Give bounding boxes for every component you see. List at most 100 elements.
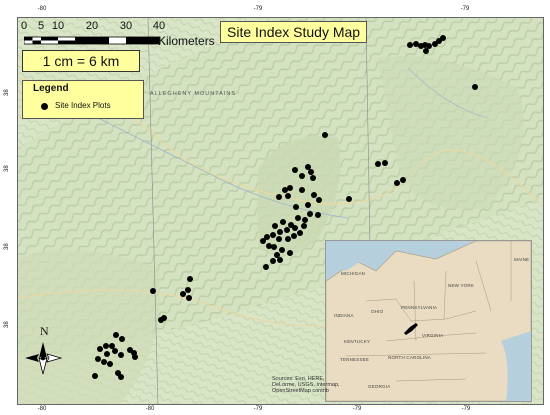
site-index-plot-marker[interactable] [472, 84, 478, 90]
site-index-plot-marker[interactable] [263, 264, 269, 270]
top-tick: -80 [37, 6, 47, 12]
site-index-plot-marker[interactable] [97, 346, 103, 352]
site-index-plot-marker[interactable] [295, 215, 301, 221]
site-index-plot-marker[interactable] [150, 288, 156, 294]
site-index-plot-marker[interactable] [118, 352, 124, 358]
site-index-plot-marker[interactable] [260, 238, 266, 244]
legend: Legend Site Index Plots [22, 80, 144, 119]
site-index-plot-marker[interactable] [113, 332, 119, 338]
locator-inset-map[interactable]: MICHIGAN NEW YORK MAINE PENNSYLVANIA IND… [325, 240, 532, 402]
site-index-plot-marker[interactable] [284, 227, 290, 233]
inset-state-label: KENTUCKY [344, 339, 371, 344]
site-index-plot-marker[interactable] [285, 193, 291, 199]
site-index-plot-marker[interactable] [95, 356, 101, 362]
site-index-plot-marker[interactable] [112, 348, 118, 354]
inset-shapes [326, 241, 531, 401]
inset-state-label: MICHIGAN [341, 271, 366, 276]
site-index-plot-marker[interactable] [132, 354, 138, 360]
site-index-plot-marker[interactable] [187, 276, 193, 282]
site-index-plot-marker[interactable] [287, 250, 293, 256]
site-index-plot-marker[interactable] [311, 192, 317, 198]
site-index-plot-marker[interactable] [302, 217, 308, 223]
site-index-plot-marker[interactable] [382, 160, 388, 166]
site-index-plot-marker[interactable] [308, 169, 314, 175]
site-index-plot-marker[interactable] [185, 287, 191, 293]
scale-number: 10 [51, 20, 65, 32]
scale-number: 20 [85, 20, 99, 32]
legend-title: Legend [33, 83, 69, 94]
site-index-plot-marker[interactable] [107, 361, 113, 367]
site-index-plot-marker[interactable] [276, 236, 282, 242]
site-index-plot-marker[interactable] [291, 233, 297, 239]
site-index-plot-marker[interactable] [276, 194, 282, 200]
site-index-plot-marker[interactable] [92, 373, 98, 379]
site-index-plot-marker[interactable] [292, 225, 298, 231]
plot-symbol [41, 103, 48, 110]
site-index-plot-marker[interactable] [310, 175, 316, 181]
site-index-plot-marker[interactable] [158, 317, 164, 323]
site-index-plot-marker[interactable] [307, 211, 313, 217]
site-index-plot-marker[interactable] [103, 343, 109, 349]
site-index-plot-marker[interactable] [375, 161, 381, 167]
site-index-plot-marker[interactable] [186, 295, 192, 301]
site-index-plot-marker[interactable] [315, 212, 321, 218]
site-index-plot-marker[interactable] [440, 35, 446, 41]
site-index-plot-marker[interactable] [272, 223, 278, 229]
site-index-plot-marker[interactable] [271, 244, 277, 250]
site-index-plot-marker[interactable] [270, 258, 276, 264]
site-index-plot-marker[interactable] [127, 347, 133, 353]
inset-state-label: TENNESSEE [340, 357, 370, 362]
site-index-plot-marker[interactable] [299, 173, 305, 179]
inset-state-label: GEORGIA [368, 384, 391, 389]
site-index-plot-marker[interactable] [316, 197, 322, 203]
bottom-tick: -79 [352, 406, 362, 412]
site-index-plot-marker[interactable] [346, 196, 352, 202]
site-index-plot-marker[interactable] [277, 229, 283, 235]
bottom-tick: -80 [37, 406, 47, 412]
site-index-plot-marker[interactable] [299, 187, 305, 193]
site-index-plot-marker[interactable] [280, 219, 286, 225]
site-index-plot-marker[interactable] [180, 291, 186, 297]
site-index-plot-marker[interactable] [109, 343, 115, 349]
left-tick: 38 [4, 243, 10, 250]
left-tick: 38 [4, 165, 10, 172]
inset-state-label: NORTH CAROLINA [388, 355, 431, 360]
scale-ratio: 1 cm = 6 km [22, 50, 140, 72]
site-index-plot-marker[interactable] [119, 336, 125, 342]
site-index-plot-marker[interactable] [423, 48, 429, 54]
site-index-plot-marker[interactable] [400, 177, 406, 183]
site-index-plot-marker[interactable] [305, 164, 311, 170]
site-index-plot-marker[interactable] [322, 132, 328, 138]
site-index-plot-marker[interactable] [104, 351, 110, 357]
inset-state-label: PENNSYLVANIA [401, 305, 438, 310]
left-tick: 38 [4, 89, 10, 96]
site-index-plot-marker[interactable] [266, 243, 272, 249]
site-index-plot-marker[interactable] [287, 185, 293, 191]
site-index-plot-marker[interactable] [270, 232, 276, 238]
site-index-plot-marker[interactable] [274, 252, 280, 258]
site-index-plot-marker[interactable] [118, 374, 124, 380]
site-index-plot-marker[interactable] [297, 230, 303, 236]
site-index-plot-marker[interactable] [277, 257, 283, 263]
site-index-plot-marker[interactable] [301, 223, 307, 229]
top-tick: -79 [253, 6, 263, 12]
map-title: Site Index Study Map [220, 21, 368, 43]
site-index-plot-marker[interactable] [292, 167, 298, 173]
scale-bar [24, 36, 161, 45]
left-tick: 38 [4, 321, 10, 328]
site-index-plot-marker[interactable] [394, 180, 400, 186]
inset-state-label: OHIO [371, 309, 384, 314]
bottom-tick: -80 [145, 406, 155, 412]
scale-unit: Kilometers [158, 34, 215, 48]
site-index-plot-marker[interactable] [293, 204, 299, 210]
scale-number: 0 [20, 20, 28, 32]
site-index-plot-marker[interactable] [426, 43, 432, 49]
site-index-plot-marker[interactable] [279, 247, 285, 253]
north-label: N [40, 324, 49, 338]
mountains-label: ALLEGHENY MOUNTAINS [150, 91, 237, 97]
site-index-plot-marker[interactable] [305, 202, 311, 208]
site-index-plot-marker[interactable] [285, 236, 291, 242]
site-index-plot-marker[interactable] [407, 42, 413, 48]
site-index-plot-marker[interactable] [101, 359, 107, 365]
scale-number: 30 [119, 20, 133, 32]
